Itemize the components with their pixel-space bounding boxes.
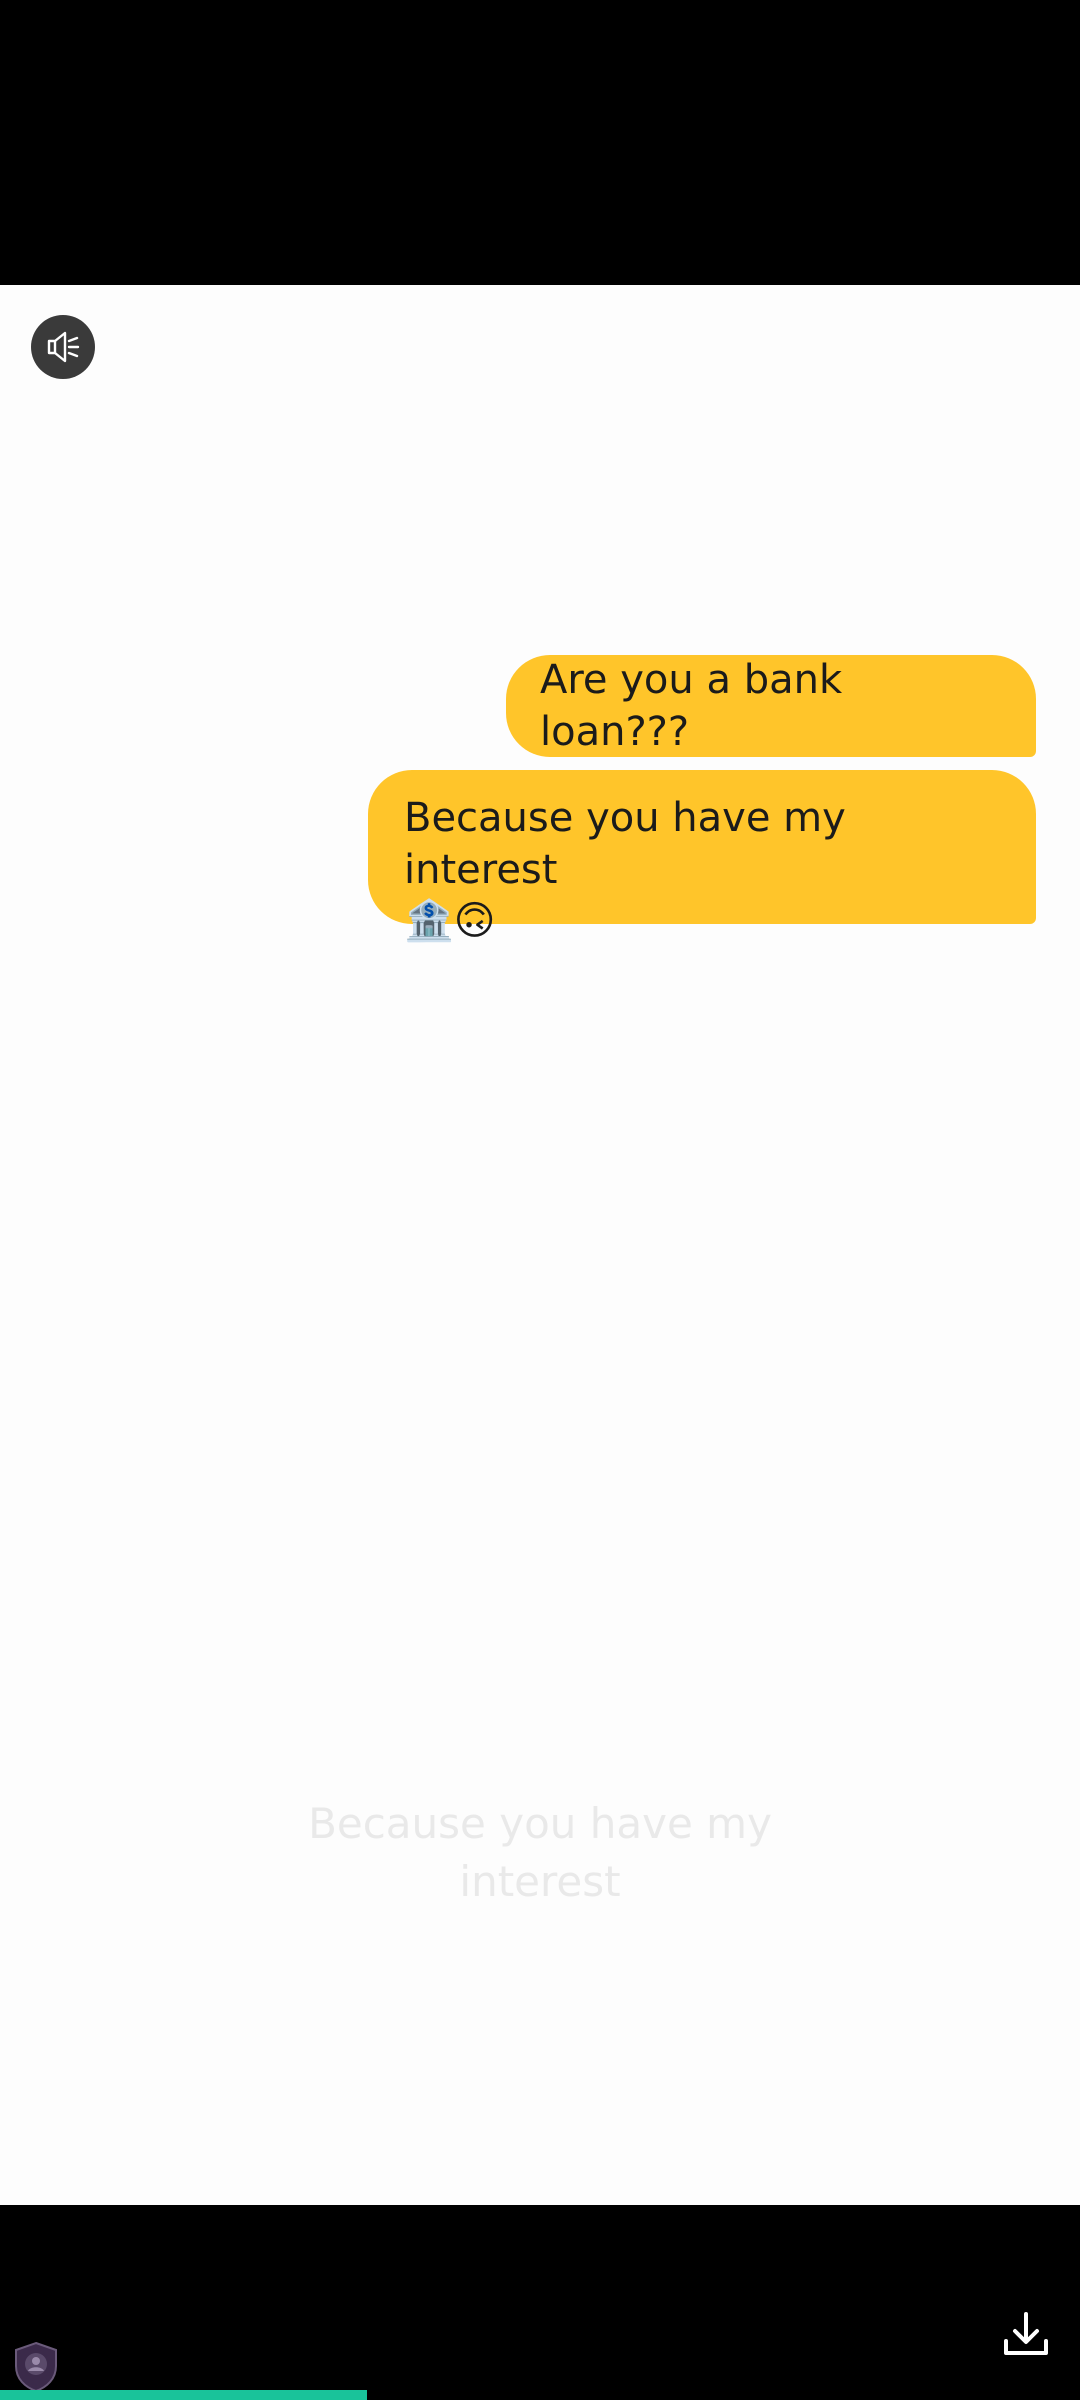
message-text: Are you a bank loan??? bbox=[540, 657, 843, 755]
message-bubble: Are you a bank loan??? bbox=[506, 655, 1036, 757]
privacy-shield-icon[interactable] bbox=[12, 2340, 60, 2394]
download-button[interactable] bbox=[998, 2306, 1054, 2362]
video-progress-bar[interactable] bbox=[0, 2390, 1080, 2400]
mute-button[interactable] bbox=[31, 315, 95, 379]
message-emojis: 🏦🙃 bbox=[404, 898, 496, 944]
message-bubble: Because you have my interest 🏦🙃 bbox=[368, 770, 1036, 944]
video-caption: Because you have my interest bbox=[308, 1799, 772, 1906]
video-player[interactable]: Are you a bank loan??? Because you have … bbox=[0, 285, 1080, 2205]
video-progress-fill bbox=[0, 2390, 368, 2400]
top-letterbox bbox=[0, 0, 1080, 285]
message-text: Because you have my interest bbox=[404, 795, 846, 893]
speaker-muted-icon bbox=[47, 331, 80, 363]
bottom-letterbox bbox=[0, 2205, 1080, 2400]
download-icon bbox=[1004, 2312, 1048, 2355]
